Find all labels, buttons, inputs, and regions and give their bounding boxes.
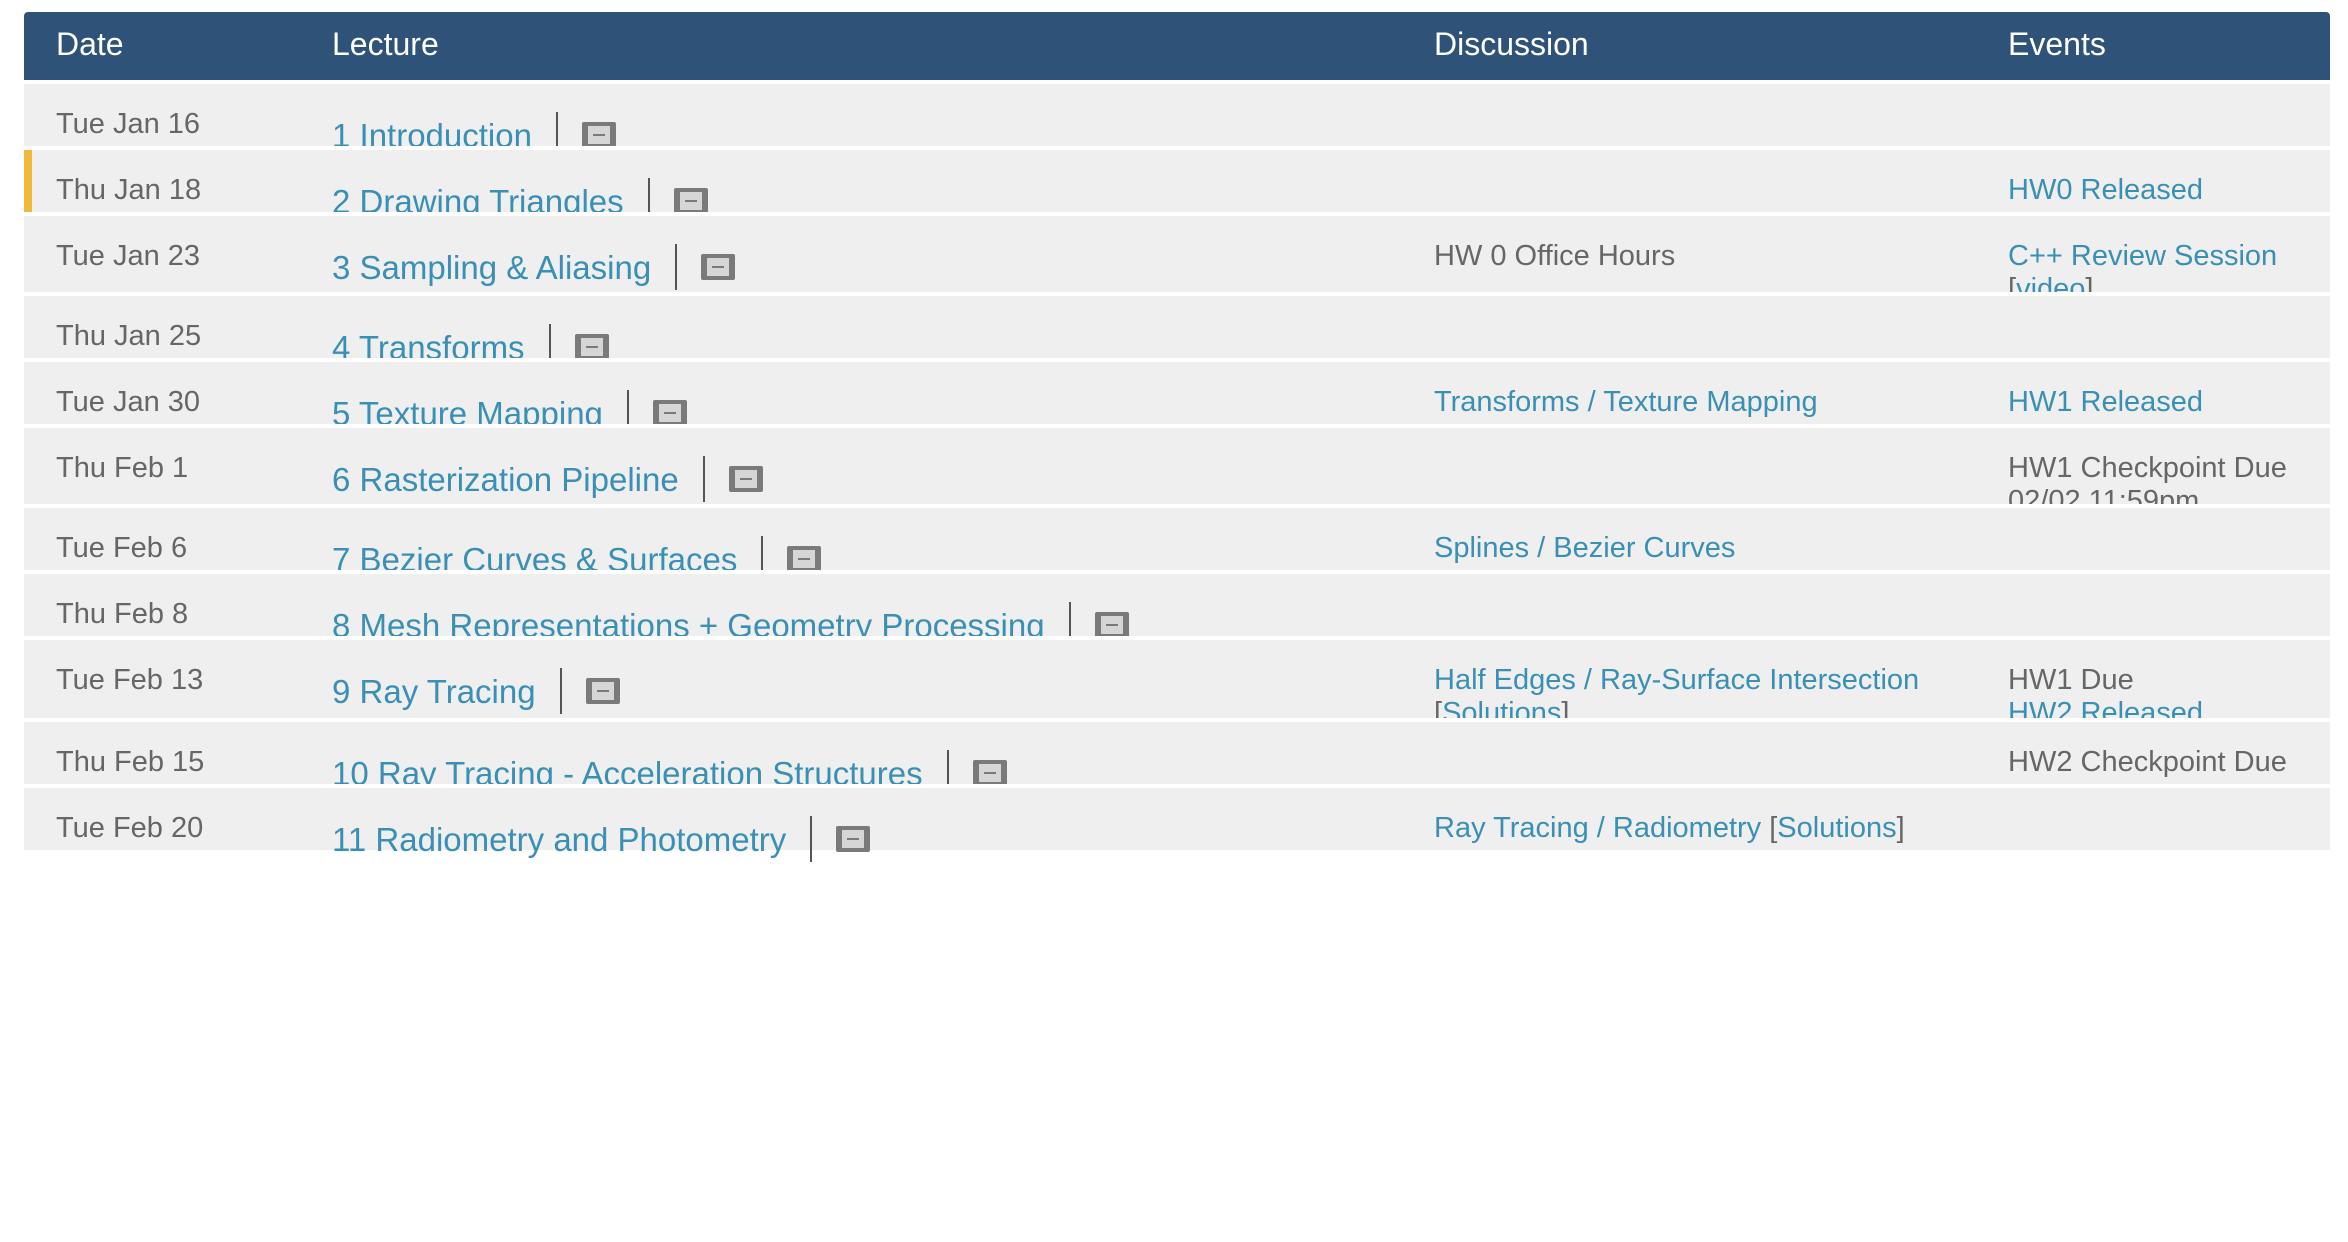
row-date: Tue Jan 23 [56, 240, 201, 272]
row-lecture: 9 Ray Tracing [332, 668, 620, 714]
table-row: Thu Feb 88 Mesh Representations + Geomet… [24, 570, 2330, 648]
film-icon[interactable] [701, 254, 736, 280]
event-line: HW1 Released [2008, 386, 2203, 419]
discussion-line: HW 0 Office Hours [1434, 240, 1675, 273]
header-date: Date [56, 26, 124, 62]
schedule-table: Date Lecture Discussion Events Tue Jan 1… [24, 12, 2330, 862]
film-icon[interactable] [972, 760, 1007, 786]
event-link[interactable]: HW1 Released [2008, 386, 2203, 418]
row-date: Tue Jan 16 [56, 108, 201, 140]
row-discussion: Ray Tracing / Radiometry [Solutions] [1434, 812, 1905, 845]
film-icon[interactable] [581, 122, 616, 148]
row-date: Tue Feb 6 [56, 532, 188, 564]
event-line: HW2 Checkpoint Due [2008, 746, 2287, 779]
table-body: Tue Jan 16 1 Introduction Thu Jan 18 2 Draw… [24, 80, 2330, 862]
bracket: ] [1896, 812, 1905, 844]
table-row: Tue Jan 16 1 Introduction [24, 80, 2330, 158]
lecture-link[interactable]: 6 Rasterization Pipeline [332, 463, 679, 496]
table-row: Tue Feb 20 11 Radiometry and Photometry Ra… [24, 784, 2330, 862]
row-discussion: Transforms / Texture Mapping [1434, 386, 1818, 419]
header-discussion: Discussion [1434, 26, 1589, 62]
table-row: Thu Jan 25 4 Transforms [24, 292, 2330, 370]
table-header: Date Lecture Discussion Events [24, 12, 2330, 80]
divider [559, 668, 562, 714]
row-date: Thu Jan 18 [56, 174, 202, 206]
film-icon[interactable] [673, 188, 708, 214]
table-row: Thu Jan 18 2 Drawing Triangles HW0 Release… [24, 146, 2330, 224]
discussion-line: Splines / Bezier Curves [1434, 532, 1735, 565]
film-icon[interactable] [836, 826, 871, 852]
discussion-link[interactable]: Transforms / Texture Mapping [1434, 386, 1818, 418]
row-discussion: HW 0 Office Hours [1434, 240, 1675, 273]
event-text: HW1 Due [2008, 664, 2134, 696]
event-line: HW0 Released [2008, 174, 2203, 207]
table-row: Tue Feb 13 9 Ray Tracing Half Edges / Ray-… [24, 636, 2330, 729]
event-line: C++ Review Session [2008, 240, 2277, 273]
event-text: HW1 Checkpoint Due [2008, 452, 2287, 484]
lecture-link[interactable]: 11 Radiometry and Photometry [332, 823, 786, 856]
event-text: HW2 Checkpoint Due [2008, 746, 2287, 778]
lecture-link[interactable]: 9 Ray Tracing [332, 675, 536, 708]
discussion-text: HW 0 Office Hours [1434, 240, 1676, 272]
row-date: Thu Jan 25 [56, 320, 202, 352]
header-lecture: Lecture [332, 26, 439, 62]
event-line: HW1 Checkpoint Due [2008, 452, 2287, 485]
table-row: Tue Jan 23 3 Sampling & Aliasing HW 0 Offi… [24, 212, 2330, 305]
film-icon[interactable] [1094, 612, 1129, 638]
row-lecture: 11 Radiometry and Photometry [332, 816, 871, 862]
table-row: Thu Feb 1 6 Rasterization Pipeline HW1 Che… [24, 424, 2330, 517]
table-row: Tue Jan 30 5 Texture Mapping Transforms / … [24, 358, 2330, 436]
row-date: Thu Feb 8 [56, 598, 189, 630]
lecture-link[interactable]: 3 Sampling & Aliasing [332, 251, 651, 284]
row-date: Thu Feb 15 [56, 746, 205, 778]
row-events: HW0 Released [2008, 174, 2203, 207]
discussion-line: Ray Tracing / Radiometry [Solutions] [1434, 812, 1905, 845]
table-row: Tue Feb 67 Bezier Curves & Surfaces Splin… [24, 504, 2330, 582]
table-row: Thu Feb 15 10 Ray Tracing - Acceleration … [24, 718, 2330, 796]
divider [810, 816, 813, 862]
row-discussion: Splines / Bezier Curves [1434, 532, 1735, 565]
divider [702, 456, 705, 502]
row-date: Tue Feb 13 [56, 664, 204, 696]
film-icon[interactable] [728, 466, 763, 492]
row-lecture: 3 Sampling & Aliasing [332, 244, 736, 290]
row-date: Tue Feb 20 [56, 812, 204, 844]
divider [675, 244, 678, 290]
header-events: Events [2008, 26, 2106, 62]
discussion-link[interactable]: Splines / Bezier Curves [1434, 532, 1735, 564]
discussion-line: Half Edges / Ray-Surface Intersection [1434, 664, 1919, 697]
discussion-link[interactable]: Half Edges / Ray-Surface Intersection [1434, 664, 1919, 696]
solutions-link[interactable]: Solutions [1777, 812, 1896, 844]
discussion-line: Transforms / Texture Mapping [1434, 386, 1818, 419]
film-icon[interactable] [585, 678, 620, 704]
film-icon[interactable] [652, 400, 687, 426]
row-lecture: 6 Rasterization Pipeline [332, 456, 763, 502]
event-line: HW1 Due [2008, 664, 2203, 697]
film-icon[interactable] [787, 546, 822, 572]
row-date: Tue Jan 30 [56, 386, 201, 418]
row-events: HW2 Checkpoint Due [2008, 746, 2287, 779]
row-events: HW1 Released [2008, 386, 2203, 419]
row-date: Thu Feb 1 [56, 452, 189, 484]
discussion-link[interactable]: Ray Tracing / Radiometry [1434, 812, 1761, 844]
event-link[interactable]: C++ Review Session [2008, 240, 2277, 272]
event-link[interactable]: HW0 Released [2008, 174, 2203, 206]
film-icon[interactable] [574, 334, 609, 360]
